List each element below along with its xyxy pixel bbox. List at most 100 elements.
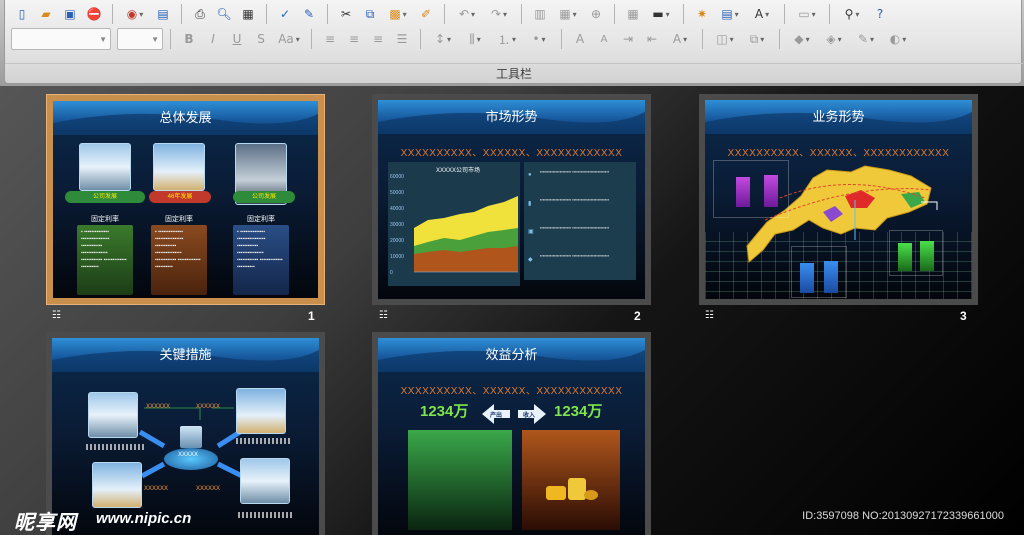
tower-photo [92, 462, 142, 508]
coins-graphic [546, 476, 598, 506]
print-icon[interactable]: ⎙ [189, 3, 211, 25]
card-tag: 公司发展 [233, 191, 295, 203]
print-preview-icon[interactable]: ◉ [120, 3, 150, 25]
slide-thumbnail-4[interactable]: 关键措施 XXXXX XXXXXX XXXXXX XXXXXX XXXXXX [46, 332, 325, 535]
card-body: ▪ ▪▪▪▪▪▪▪▪▪▪▪▪▪▪ ▪▪▪▪▪▪▪▪▪▪▪▪▪▪▪▪ ▪▪▪▪▪▪… [151, 225, 207, 295]
bar [898, 243, 912, 271]
color-icon[interactable]: ▬ [646, 3, 676, 25]
list-icon: ◆ [528, 257, 533, 263]
slide-thumbnail-3[interactable]: 业务形势 XXXXXXXXXX、XXXXXX、XXXXXXXXXXXX [699, 94, 978, 305]
item-label: XXXXXX [144, 486, 169, 492]
numbering-icon[interactable]: ⒈ [492, 28, 522, 50]
building-photo [79, 143, 131, 191]
fill-icon[interactable]: ◆ [787, 28, 817, 50]
card-text: ▪ ▪▪▪▪▪▪▪▪▪▪▪▪▪▪ ▪▪▪▪▪▪▪▪▪▪▪▪▪▪▪▪ ▪▪▪▪▪▪… [237, 229, 283, 270]
redo-icon[interactable]: ↷ [484, 3, 514, 25]
slide-subtitle: XXXXXXXXXX、XXXXXX、XXXXXXXXXXXX [400, 148, 623, 159]
font-size-select[interactable]: ▼ [117, 28, 163, 50]
permission-icon[interactable]: ⛔ [83, 3, 105, 25]
line-color-icon[interactable]: ✎ [851, 28, 881, 50]
toolbar-row-standard: ▯ ▰ ▣ ⛔ ◉ ▤ ⎙ 🔍︎ ▦ ✓ ✎ ✂ ⧉ ▩ ✐ ↶ ↷ ▥ ▦ ⊕ [11, 2, 891, 26]
grid-icon[interactable]: ▦ [622, 3, 644, 25]
table-icon[interactable]: ▦ [553, 3, 583, 25]
format-painter-icon[interactable]: ✐ [415, 3, 437, 25]
watermark-logo: 昵享网 [14, 512, 77, 534]
copy-icon[interactable]: ⧉ [359, 3, 381, 25]
italic-icon[interactable]: I [202, 28, 224, 50]
hyperlink-icon[interactable]: ⊕ [585, 3, 607, 25]
list-item: ▪▪▪▪▪▪▪▪▪▪▪▪▪▪▪▪▪▪▪▪▪▪ ▪▪▪▪▪▪▪▪▪▪▪▪▪▪▪▪▪… [540, 225, 610, 230]
save-icon[interactable]: ▣ [59, 3, 81, 25]
thesaurus-icon[interactable]: ✎ [298, 3, 320, 25]
slide-thumbnail-5[interactable]: 效益分析 XXXXXXXXXX、XXXXXX、XXXXXXXXXXXX 1234… [372, 332, 651, 535]
text-placeholder [86, 444, 144, 450]
card-body: ▪ ▪▪▪▪▪▪▪▪▪▪▪▪▪▪ ▪▪▪▪▪▪▪▪▪▪▪▪▪▪▪▪ ▪▪▪▪▪▪… [233, 225, 289, 295]
zoom-icon[interactable]: ⚲ [837, 3, 867, 25]
text-box-icon[interactable]: A [747, 3, 777, 25]
card-tag: 46年发展 [149, 191, 211, 203]
list-icon: ● [528, 172, 532, 178]
line-spacing-icon[interactable]: ↕ [428, 28, 458, 50]
arrange-icon[interactable]: ◫ [710, 28, 740, 50]
open-icon[interactable]: ▰ [35, 3, 57, 25]
revenue-panel [522, 430, 620, 530]
slide-number: 1 [308, 309, 315, 323]
align-center-icon[interactable]: ≡ [343, 28, 365, 50]
preview-icon[interactable]: 🔍︎ [213, 3, 235, 25]
separator [266, 4, 267, 24]
transition-icon: ☷ [705, 310, 714, 321]
output-arrow-label: 产出 [490, 413, 503, 419]
increase-font-icon[interactable]: A [569, 28, 591, 50]
shadow-icon[interactable]: S [250, 28, 272, 50]
card-label: 固定利率 [165, 216, 193, 223]
bar [824, 261, 838, 293]
font-color-icon[interactable]: A [665, 28, 695, 50]
chart-icon[interactable]: ▥ [529, 3, 551, 25]
slide-title: 效益分析 [485, 347, 538, 362]
shape-icon[interactable]: ▭ [792, 3, 822, 25]
slide-title: 关键措施 [159, 347, 212, 362]
decrease-font-icon[interactable]: A [593, 28, 615, 50]
spelling-icon[interactable]: ✓ [274, 3, 296, 25]
align-right-icon[interactable]: ≡ [367, 28, 389, 50]
bold-icon[interactable]: B [178, 28, 200, 50]
indent-icon[interactable]: ⇥ [617, 28, 639, 50]
separator [784, 4, 785, 24]
layout-icon[interactable]: ▤ [715, 3, 745, 25]
research-icon[interactable]: ▤ [152, 3, 174, 25]
slide-title: 业务形势 [812, 109, 865, 124]
frame-icon[interactable]: ▦ [237, 3, 259, 25]
slide-thumbnail-2[interactable]: 市场形势 XXXXXXXXXX、XXXXXX、XXXXXXXXXXXX XXXX… [372, 94, 651, 305]
help-icon[interactable]: ? [869, 3, 891, 25]
tower-photo [236, 388, 286, 434]
slide-canvas: 业务形势 XXXXXXXXXX、XXXXXX、XXXXXXXXXXXX [705, 100, 972, 299]
insert-slide-icon[interactable]: ✷ [691, 3, 713, 25]
group-icon[interactable]: ⧉ [742, 28, 772, 50]
list-item: ▪▪▪▪▪▪▪▪▪▪▪▪▪▪▪▪▪▪▪▪▪▪ ▪▪▪▪▪▪▪▪▪▪▪▪▪▪▪▪▪… [540, 197, 610, 202]
separator [702, 29, 703, 49]
list-item: ▪▪▪▪▪▪▪▪▪▪▪▪▪▪▪▪▪▪▪▪▪▪ ▪▪▪▪▪▪▪▪▪▪▪▪▪▪▪▪▪… [540, 169, 610, 174]
outdent-icon[interactable]: ⇤ [641, 28, 663, 50]
columns-icon[interactable]: ⫼ [460, 28, 490, 50]
align-left-icon[interactable]: ≡ [319, 28, 341, 50]
paste-icon[interactable]: ▩ [383, 3, 413, 25]
bullets-icon[interactable]: • [524, 28, 554, 50]
new-icon[interactable]: ▯ [11, 3, 33, 25]
slide-title: 市场形势 [485, 109, 538, 124]
undo-icon[interactable]: ↶ [452, 3, 482, 25]
separator [561, 29, 562, 49]
change-case-icon[interactable]: Aa [274, 28, 304, 50]
toolbar-panel: ▯ ▰ ▣ ⛔ ◉ ▤ ⎙ 🔍︎ ▦ ✓ ✎ ✂ ⧉ ▩ ✐ ↶ ↷ ▥ ▦ ⊕ [4, 0, 1023, 84]
separator [181, 4, 182, 24]
justify-icon[interactable]: ☰ [391, 28, 413, 50]
bucket-icon[interactable]: ◈ [819, 28, 849, 50]
font-select[interactable]: ▼ [11, 28, 111, 50]
watermark-id: ID:3597098 NO:20130927172339661000 [802, 510, 1004, 522]
underline-icon[interactable]: U [226, 28, 248, 50]
separator [327, 4, 328, 24]
text-placeholder [238, 512, 294, 518]
bar [800, 263, 814, 293]
slide-thumbnail-1[interactable]: 总体发展 公司发展 固定利率 ▪ ▪▪▪▪▪▪▪▪▪▪▪▪▪▪ ▪▪▪▪▪▪▪▪… [46, 94, 325, 305]
cut-icon[interactable]: ✂ [335, 3, 357, 25]
shadow-fx-icon[interactable]: ◐ [883, 28, 913, 50]
